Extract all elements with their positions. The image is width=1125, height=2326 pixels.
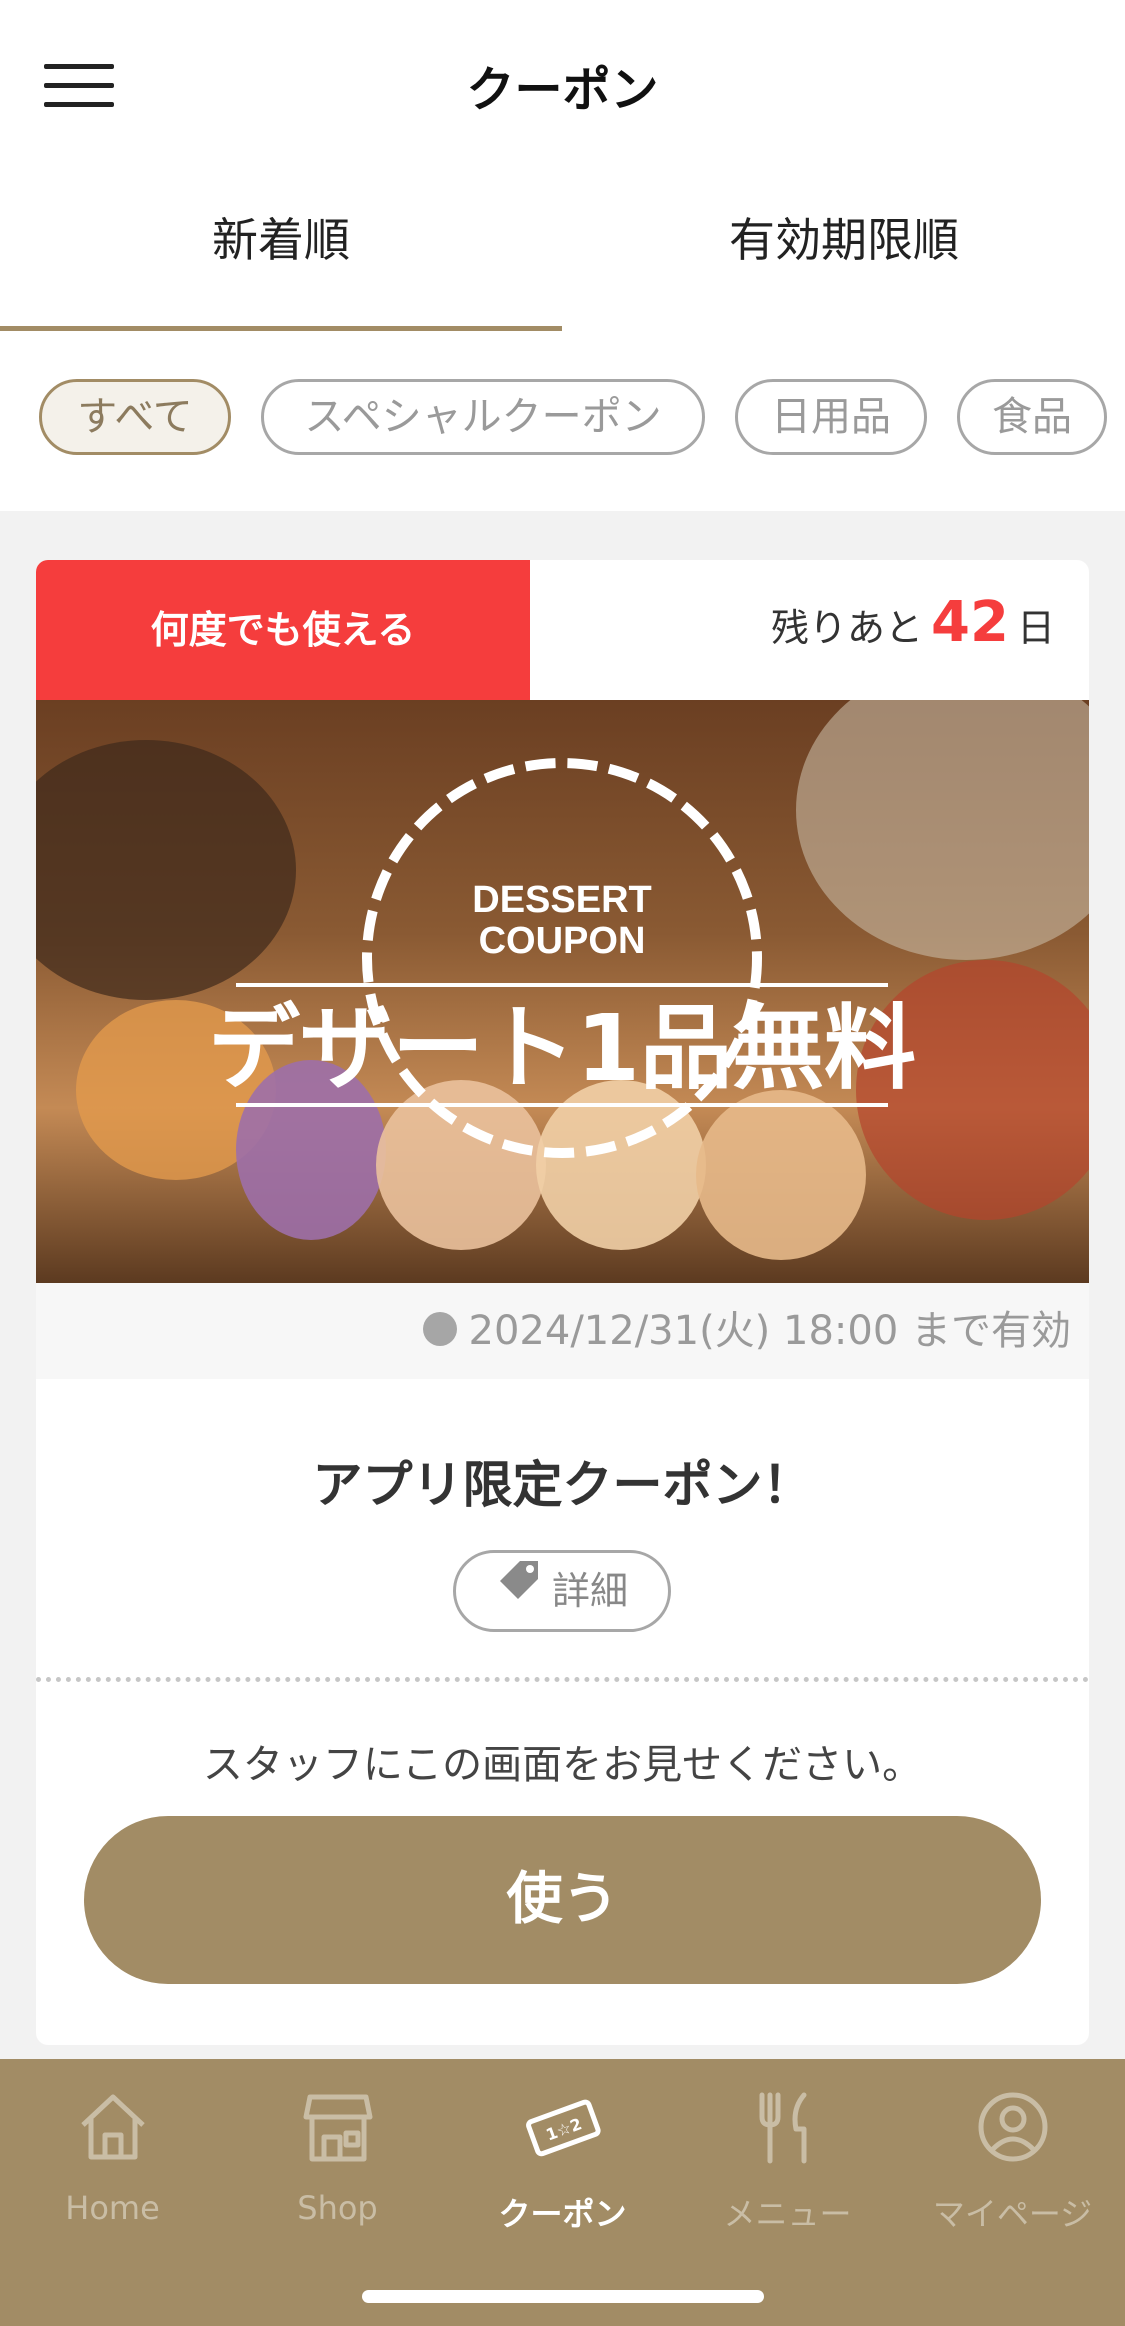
tab-bar-label: Shop bbox=[297, 2189, 378, 2227]
tab-newest[interactable]: 新着順 bbox=[0, 165, 562, 331]
coupon-image: DESSERT COUPON デザート1品無料 bbox=[36, 700, 1089, 1283]
tab-bar-label: クーポン bbox=[498, 2195, 627, 2233]
image-headline: デザート1品無料 bbox=[208, 995, 916, 1102]
remaining-count: 42 bbox=[931, 590, 1009, 655]
remaining-prefix: 残りあと bbox=[771, 606, 924, 650]
tab-bar-mypage[interactable]: マイページ bbox=[900, 2089, 1125, 2233]
cutlery-icon bbox=[759, 2092, 807, 2164]
shop-icon bbox=[303, 2094, 373, 2162]
ticket-icon: 1☆2 bbox=[526, 2099, 601, 2157]
clock-icon bbox=[422, 1312, 457, 1346]
user-icon bbox=[978, 2092, 1048, 2162]
remaining-days: 残りあと 42 日 bbox=[771, 590, 1055, 655]
coupon-title: アプリ限定クーポン！ bbox=[312, 1456, 813, 1514]
tab-bar-shop[interactable]: Shop bbox=[225, 2089, 450, 2229]
sort-tabs: 新着順 有効期限順 bbox=[0, 165, 1125, 331]
coupon-card: 何度でも使える 残りあと 42 日 DESSERT COUPON デザート1品無料 … bbox=[36, 560, 1089, 2045]
tab-bar-home[interactable]: Home bbox=[0, 2089, 225, 2229]
filter-chips: すべて スペシャルクーポン 日用品 食品 bbox=[0, 331, 1125, 511]
home-icon bbox=[81, 2094, 145, 2160]
tab-expiry[interactable]: 有効期限順 bbox=[563, 165, 1125, 331]
detail-label: 詳細 bbox=[551, 1569, 628, 1613]
divider bbox=[36, 1677, 1089, 1682]
detail-button[interactable]: 詳細 bbox=[453, 1550, 671, 1632]
expiry-row: 2024/12/31(火) 18:00 まで有効 bbox=[36, 1283, 1089, 1379]
chip-food[interactable]: 食品 bbox=[957, 379, 1107, 455]
tab-bar-label: メニュー bbox=[723, 2195, 852, 2233]
image-badge-line1: DESSERT bbox=[472, 879, 651, 921]
chip-special-coupon[interactable]: スペシャルクーポン bbox=[261, 379, 705, 455]
page-title: クーポン bbox=[466, 62, 659, 118]
dessert-coupon-graphic: DESSERT COUPON デザート1品無料 bbox=[208, 758, 916, 1158]
tab-bar-label: マイページ bbox=[932, 2195, 1093, 2233]
home-indicator bbox=[362, 2290, 764, 2303]
staff-instruction: スタッフにこの画面をお見せください。 bbox=[202, 1742, 923, 1788]
chip-all[interactable]: すべて bbox=[39, 379, 231, 455]
image-badge-line2: COUPON bbox=[479, 920, 646, 962]
use-button[interactable]: 使う bbox=[84, 1816, 1041, 1984]
expiry-text: 2024/12/31(火) 18:00 まで有効 bbox=[468, 1308, 1071, 1354]
tab-bar-menu[interactable]: メニュー bbox=[675, 2089, 900, 2233]
tab-bar-label: Home bbox=[65, 2189, 160, 2227]
chip-daily-goods[interactable]: 日用品 bbox=[735, 379, 927, 455]
tab-bar-coupon[interactable]: 1☆2 クーポン bbox=[450, 2089, 675, 2233]
header: クーポン bbox=[0, 0, 1125, 165]
reusable-badge: 何度でも使える bbox=[36, 560, 530, 700]
tag-icon bbox=[496, 1552, 542, 1628]
remaining-suffix: 日 bbox=[1016, 606, 1055, 650]
bottom-tab-bar: Home Shop 1☆2 クーポン メニュー マイページ bbox=[0, 2059, 1125, 2326]
